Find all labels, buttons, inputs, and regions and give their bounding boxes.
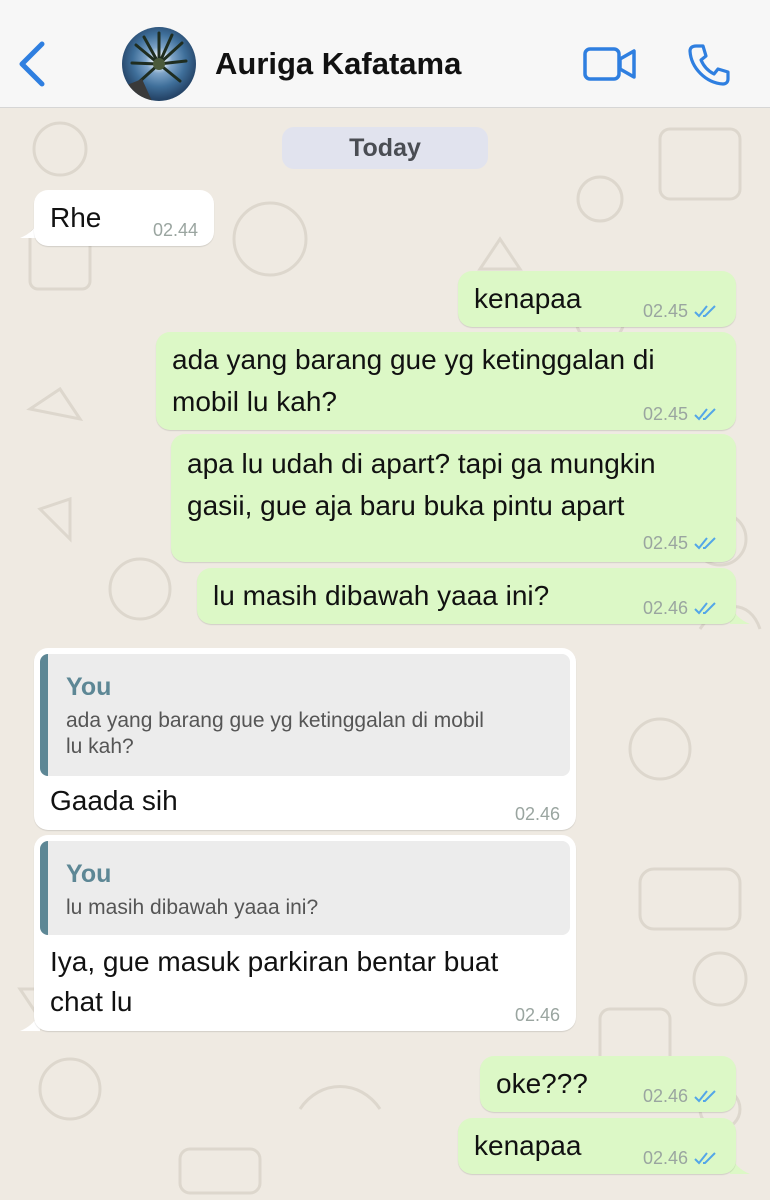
message-time: 02.44 [152,220,198,240]
voice-call-button[interactable] [686,42,732,88]
message-meta: 02.46 [643,1086,720,1106]
message-time: 02.45 [642,301,688,321]
quote-accent-bar [40,654,48,776]
video-call-button[interactable] [582,44,638,84]
double-check-icon [694,602,716,615]
quote-author: You [66,860,112,888]
quote-text-line: ada yang barang gue yg ketinggalan di mo… [66,709,484,732]
message-time: 02.46 [642,598,688,618]
message-outgoing[interactable]: lu masih dibawah yaaa ini? 02.46 [197,568,736,624]
chevron-left-icon [19,41,45,87]
message-incoming-reply[interactable]: You ada yang barang gue yg ketinggalan d… [34,648,576,830]
message-outgoing[interactable]: apa lu udah di apart? tapi ga mungkin ga… [171,434,736,562]
message-text-line: mobil lu kah? [172,386,337,417]
message-outgoing[interactable]: kenapaa 02.45 [458,271,736,327]
message-time: 02.46 [514,804,560,824]
double-check-icon [694,1152,716,1165]
message-meta: 02.46 [643,1148,720,1168]
phone-icon [688,44,730,86]
message-text-line: gasii, gue aja baru buka pintu apart [187,490,625,521]
quote-author: You [66,673,112,701]
palm-tree-photo [122,31,188,101]
message-text: kenapaa [474,283,582,314]
message-outgoing[interactable]: ada yang barang gue yg ketinggalan di mo… [156,332,736,430]
date-separator: Today [282,127,488,169]
message-incoming[interactable]: Rhe 02.44 [34,190,214,246]
back-button[interactable] [14,40,50,88]
quote-accent-bar [40,841,48,935]
message-text: Rhe [50,202,102,233]
contact-name[interactable]: Auriga Kafatama [215,46,461,82]
message-time: 02.45 [642,404,688,424]
contact-avatar[interactable] [122,27,196,101]
message-text-line: ada yang barang gue yg ketinggalan di [172,344,655,375]
message-incoming-reply[interactable]: You lu masih dibawah yaaa ini? Iya, gue … [34,835,576,1031]
message-time: 02.45 [642,533,688,553]
quote-text-line: lu masih dibawah yaaa ini? [66,896,319,919]
message-time: 02.46 [514,1005,560,1025]
message-outgoing[interactable]: kenapaa 02.46 [458,1118,736,1174]
message-text: Gaada sih [50,785,178,816]
message-text-line: chat lu [50,986,133,1017]
message-meta: 02.45 [643,533,720,553]
double-check-icon [694,537,716,550]
quoted-message[interactable]: You ada yang barang gue yg ketinggalan d… [40,654,570,776]
message-meta: 02.45 [643,404,720,424]
quote-text-line: lu kah? [66,735,134,758]
chat-header: Auriga Kafatama [0,0,770,108]
video-camera-icon [583,47,636,81]
message-meta: 02.45 [643,301,720,321]
double-check-icon [694,1090,716,1103]
quoted-message[interactable]: You lu masih dibawah yaaa ini? [40,841,570,935]
message-text: kenapaa [474,1130,582,1161]
chat-area[interactable]: Today Rhe 02.44 kenapaa 02.45 ada yang b… [0,109,770,1200]
double-check-icon [694,408,716,421]
message-time: 02.46 [642,1148,688,1168]
message-text-line: apa lu udah di apart? tapi ga mungkin [187,448,656,479]
message-meta: 02.46 [643,598,720,618]
message-text: oke??? [496,1068,588,1099]
message-text: lu masih dibawah yaaa ini? [213,580,550,611]
double-check-icon [694,305,716,318]
message-time: 02.46 [642,1086,688,1106]
message-outgoing[interactable]: oke??? 02.46 [480,1056,736,1112]
message-text-line: Iya, gue masuk parkiran bentar buat [50,946,499,977]
